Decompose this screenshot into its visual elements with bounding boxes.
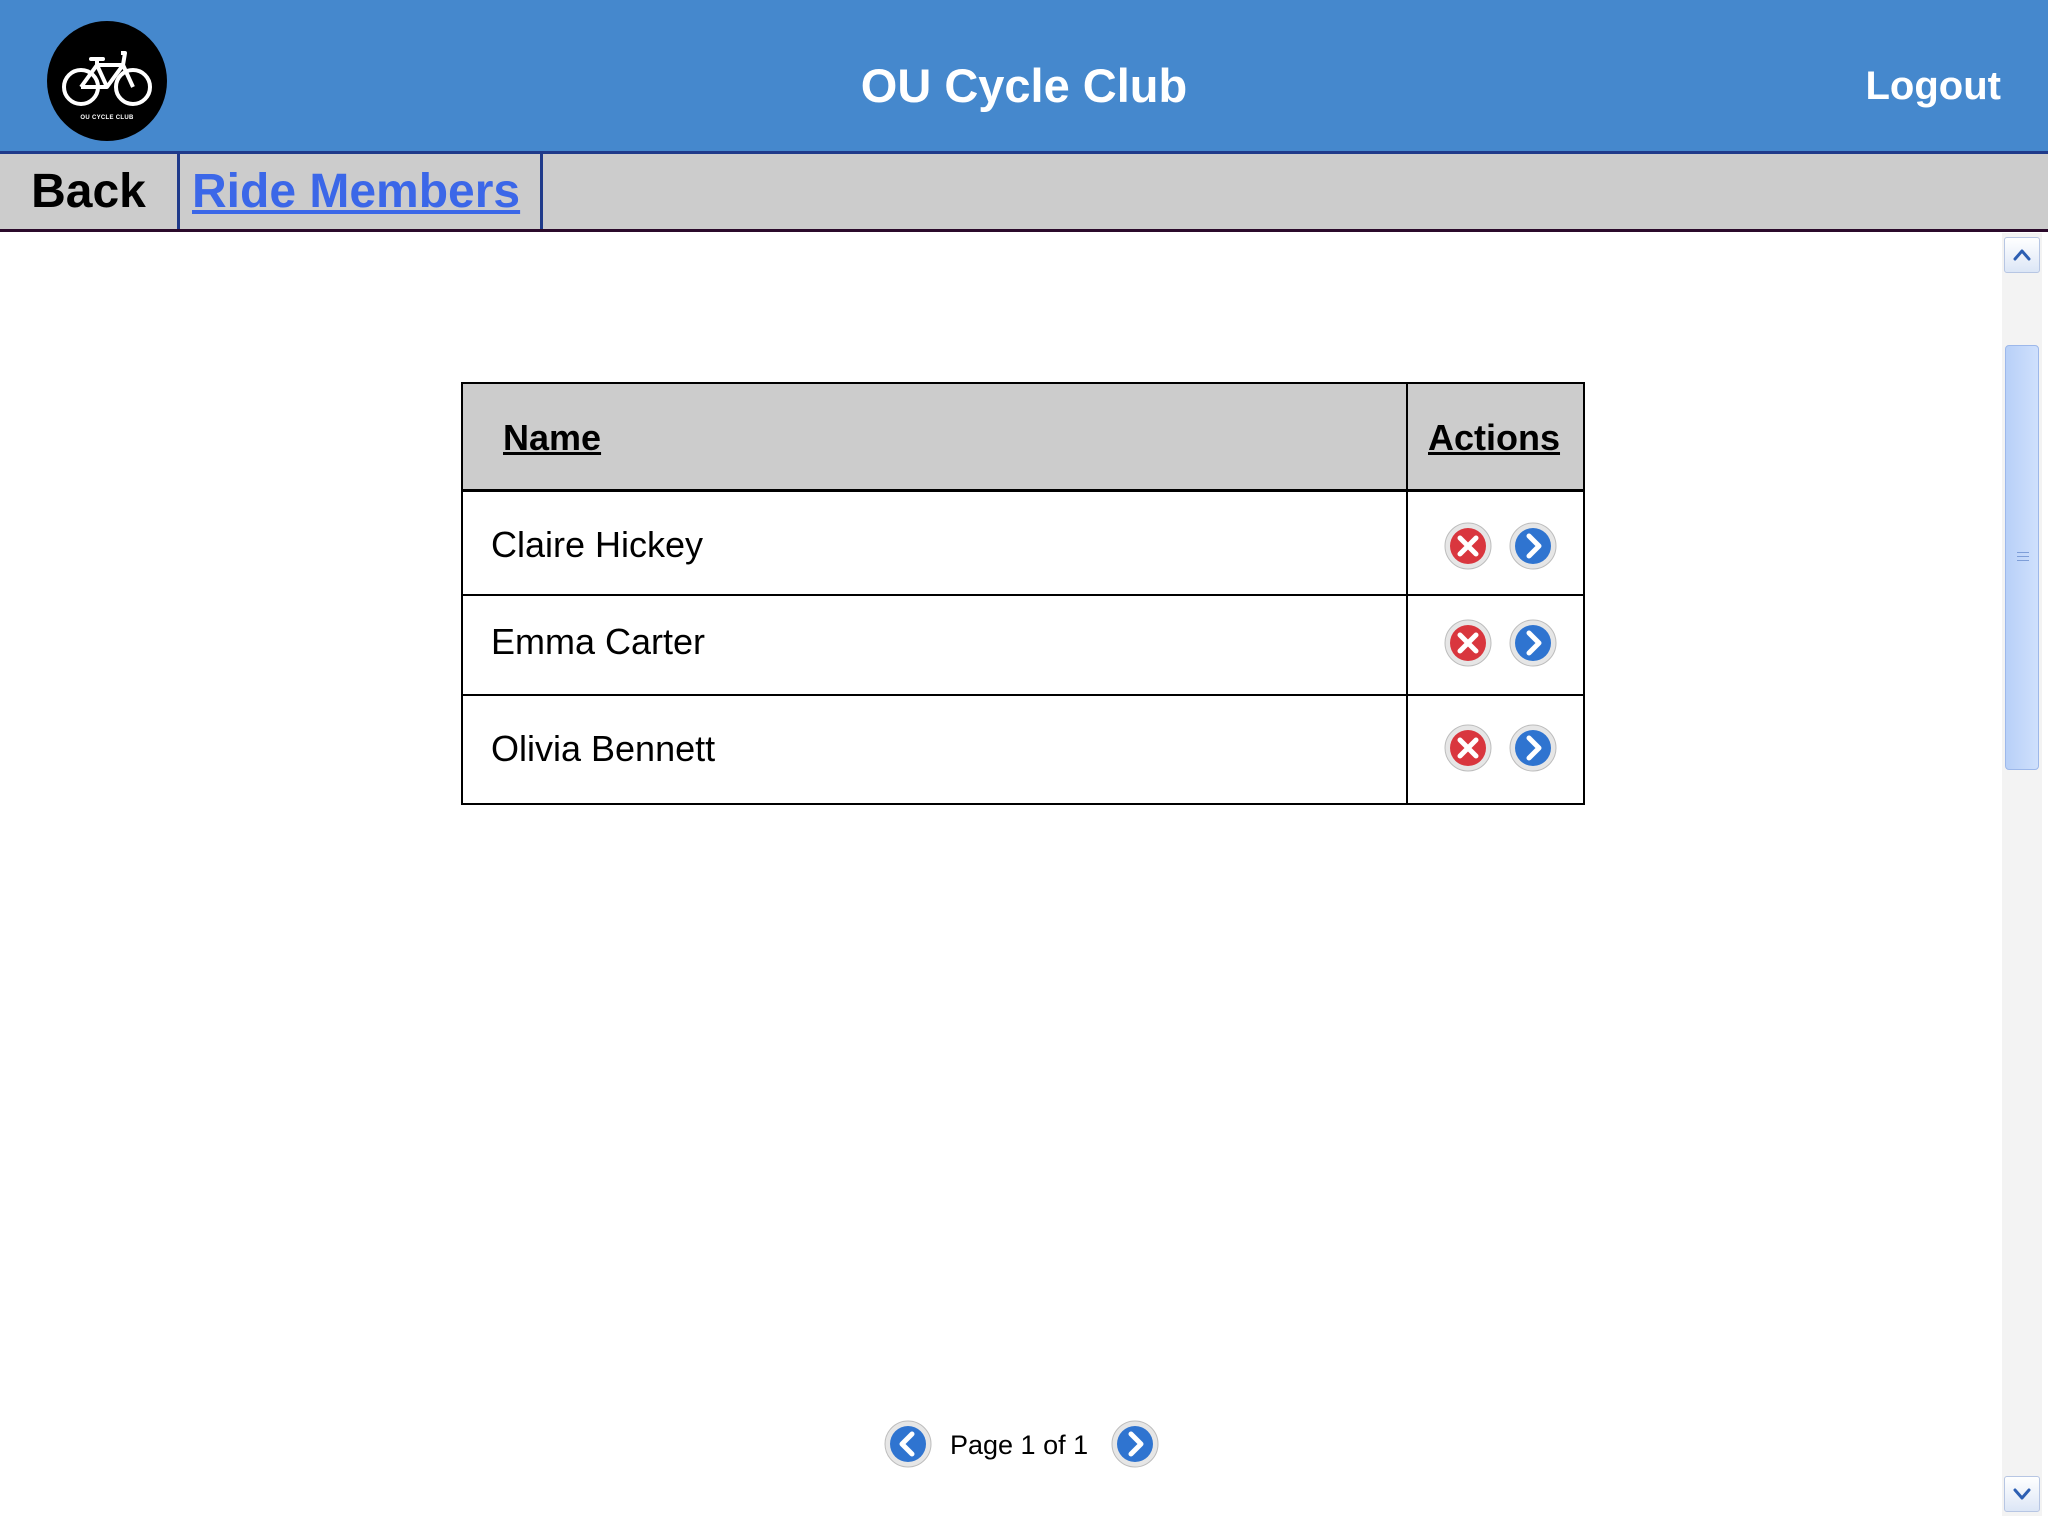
member-name: Olivia Bennett	[491, 728, 716, 769]
members-table: Name Actions Claire Hickey Emma Carter O…	[461, 382, 1585, 805]
page-title: OU Cycle Club	[860, 59, 1188, 112]
chevron-right-icon	[1111, 1420, 1159, 1468]
next-page-button[interactable]	[1111, 1420, 1159, 1468]
chevron-up-icon	[2013, 249, 2031, 261]
logout-button[interactable]: Logout	[1866, 64, 2002, 109]
remove-member-button[interactable]	[1444, 619, 1492, 667]
table-header: Name Actions	[463, 384, 1583, 492]
remove-icon	[1444, 724, 1492, 772]
chevron-right-icon	[1509, 522, 1557, 570]
logo-text: OU CYCLE CLUB	[80, 115, 134, 121]
chevron-left-icon	[884, 1420, 932, 1468]
column-header-actions: Actions	[1428, 417, 1561, 458]
grip-icon	[2017, 552, 2029, 564]
table-row: Emma Carter	[463, 596, 1583, 696]
app-header: OU CYCLE CLUB OU Cycle Club Logout	[0, 0, 2048, 154]
chevron-right-icon	[1509, 619, 1557, 667]
remove-icon	[1444, 522, 1492, 570]
back-button[interactable]: Back	[0, 154, 180, 229]
scroll-down-button[interactable]	[2004, 1476, 2040, 1512]
column-header-name[interactable]: Name	[503, 417, 601, 459]
member-name: Claire Hickey	[491, 524, 704, 565]
page: OU CYCLE CLUB OU Cycle Club Logout Back …	[0, 0, 2048, 1536]
remove-icon	[1444, 619, 1492, 667]
remove-member-button[interactable]	[1444, 724, 1492, 772]
page-indicator: Page 1 of 1	[950, 1430, 1089, 1460]
vertical-scrollbar[interactable]	[2002, 233, 2042, 1516]
previous-page-button[interactable]	[884, 1420, 932, 1468]
remove-member-button[interactable]	[1444, 522, 1492, 570]
scroll-up-button[interactable]	[2004, 237, 2040, 273]
table-row: Claire Hickey	[463, 492, 1583, 596]
chevron-right-icon	[1509, 724, 1557, 772]
column-divider	[1406, 384, 1408, 803]
member-name: Emma Carter	[491, 621, 706, 662]
view-member-button[interactable]	[1509, 619, 1557, 667]
scroll-thumb[interactable]	[2005, 345, 2039, 770]
nav-bar: Back Ride Members	[0, 154, 2048, 232]
chevron-down-icon	[2013, 1488, 2031, 1500]
nav-link-ride-members[interactable]: Ride Members	[180, 154, 543, 229]
view-member-button[interactable]	[1509, 522, 1557, 570]
view-member-button[interactable]	[1509, 724, 1557, 772]
table-row: Olivia Bennett	[463, 696, 1583, 803]
